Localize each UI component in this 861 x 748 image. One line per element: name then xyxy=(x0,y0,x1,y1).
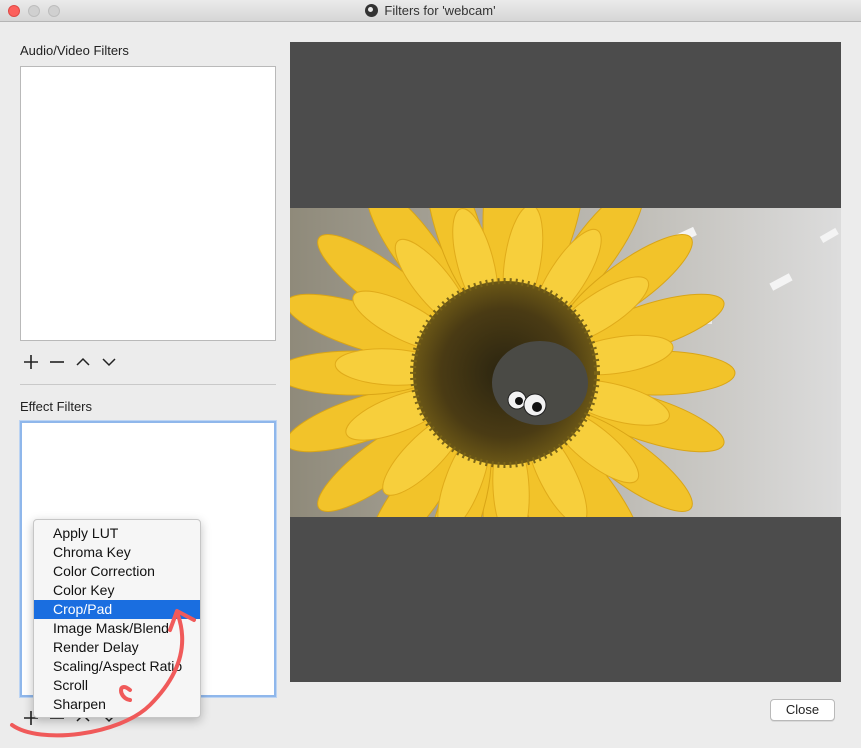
move-audio-video-filter-up-button[interactable] xyxy=(72,352,94,372)
effect-filters-label: Effect Filters xyxy=(20,399,93,414)
window-title: Filters for 'webcam' xyxy=(384,3,496,18)
audio-video-filters-toolbar xyxy=(20,352,130,372)
menu-item-render-delay[interactable]: Render Delay xyxy=(34,638,200,657)
window-title-area: Filters for 'webcam' xyxy=(0,3,861,18)
section-divider xyxy=(20,384,276,385)
menu-item-chroma-key[interactable]: Chroma Key xyxy=(34,543,200,562)
menu-item-color-key[interactable]: Color Key xyxy=(34,581,200,600)
menu-item-image-mask-blend[interactable]: Image Mask/Blend xyxy=(34,619,200,638)
chevron-down-icon xyxy=(102,358,116,367)
audio-video-filters-label: Audio/Video Filters xyxy=(20,43,129,58)
source-preview xyxy=(290,42,841,682)
add-filter-menu: Apply LUT Chroma Key Color Correction Color… xyxy=(33,519,201,718)
menu-item-crop-pad[interactable]: Crop/Pad xyxy=(34,600,200,619)
move-audio-video-filter-down-button[interactable] xyxy=(98,352,120,372)
menu-item-color-correction[interactable]: Color Correction xyxy=(34,562,200,581)
add-audio-video-filter-button[interactable] xyxy=(20,352,42,372)
window-titlebar: Filters for 'webcam' xyxy=(0,0,861,22)
close-button[interactable]: Close xyxy=(770,699,835,721)
sunflower-image xyxy=(290,208,841,517)
menu-item-sharpen[interactable]: Sharpen xyxy=(34,695,200,714)
remove-audio-video-filter-button[interactable] xyxy=(46,352,68,372)
audio-video-filters-list[interactable] xyxy=(20,66,276,341)
menu-item-scroll[interactable]: Scroll xyxy=(34,676,200,695)
obs-logo-icon xyxy=(365,4,379,17)
chevron-up-icon xyxy=(76,357,90,366)
menu-item-apply-lut[interactable]: Apply LUT xyxy=(34,524,200,543)
plus-icon xyxy=(24,355,38,369)
minus-icon xyxy=(50,361,64,363)
menu-item-scaling-aspect-ratio[interactable]: Scaling/Aspect Ratio xyxy=(34,657,200,676)
webcam-preview-image xyxy=(290,208,841,517)
